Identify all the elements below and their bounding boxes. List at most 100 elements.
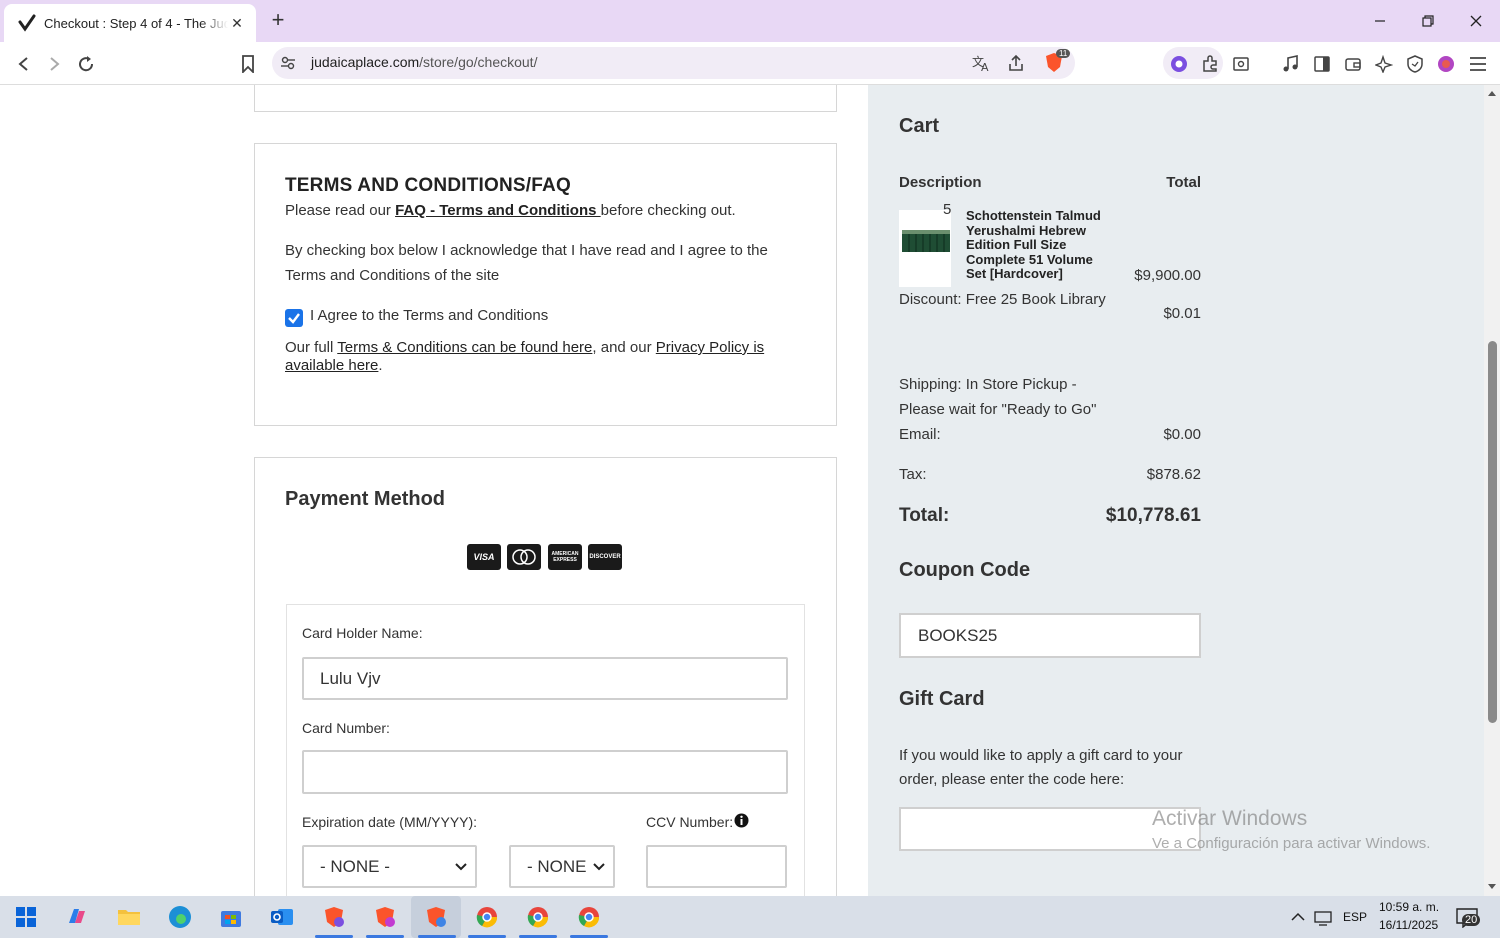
previous-section-card: [254, 85, 837, 112]
edge-icon: [169, 906, 191, 928]
gift-line1: If you would like to apply a gift card t…: [899, 747, 1183, 764]
bookmark-button[interactable]: [234, 50, 262, 78]
media-button[interactable]: [1277, 50, 1305, 78]
vpn-button[interactable]: [1401, 50, 1429, 78]
terms-ack-line2: Terms and Conditions of the site: [285, 267, 500, 284]
product-name[interactable]: Schottenstein Talmud Yerushalmi Hebrew E…: [966, 208, 1116, 282]
scroll-up-icon[interactable]: [1487, 89, 1497, 97]
reload-button[interactable]: [72, 50, 100, 78]
activation-watermark-subtitle: Ve a Configuración para activar Windows.: [1152, 835, 1431, 852]
hamburger-menu-icon: [1470, 57, 1486, 71]
language-indicator[interactable]: ESP: [1343, 910, 1367, 924]
minimize-icon: [1375, 20, 1385, 22]
tray-chevron-up-icon[interactable]: [1291, 912, 1305, 922]
exp-year-value: - NONE: [527, 856, 587, 876]
start-button[interactable]: [11, 902, 41, 932]
share-icon[interactable]: [1007, 54, 1025, 72]
outlook-icon: [271, 909, 293, 925]
card-number-input[interactable]: [302, 750, 788, 794]
mastercard-circles-icon: [512, 549, 536, 565]
windows-logo-icon: [16, 907, 36, 927]
product-qty: 5: [943, 201, 952, 218]
chrome-taskbar-1[interactable]: [472, 902, 502, 932]
chrome-taskbar-3[interactable]: [574, 902, 604, 932]
clock-date[interactable]: 16/11/2025: [1379, 918, 1438, 932]
discover-logo-icon: DISCOVER: [588, 544, 622, 570]
chevron-down-icon: [593, 862, 605, 870]
ai-sparkle-button[interactable]: [1370, 50, 1398, 78]
close-window-button[interactable]: [1456, 6, 1496, 36]
address-bar[interactable]: judaicaplace.com/store/go/checkout/ 文A 1…: [272, 47, 1075, 79]
url-host: judaicaplace.com: [311, 54, 420, 70]
brave-taskbar-active[interactable]: [411, 896, 461, 938]
exp-month-select[interactable]: - NONE -: [302, 845, 477, 888]
brave-taskbar-1[interactable]: [319, 902, 349, 932]
cart-heading: Cart: [899, 115, 940, 137]
extensions-button[interactable]: [1196, 50, 1224, 78]
privacy-link-part1[interactable]: Privacy Policy is: [656, 339, 764, 356]
file-explorer-button[interactable]: [114, 902, 144, 932]
agree-checkbox[interactable]: [285, 309, 303, 327]
minimize-button[interactable]: [1360, 6, 1400, 36]
agree-label[interactable]: I Agree to the Terms and Conditions: [310, 303, 548, 328]
back-button[interactable]: [10, 50, 38, 78]
total-value: $10,778.61: [1105, 505, 1201, 526]
tab-checkout[interactable]: Checkout : Step 4 of 4 - The Judaica Pla…: [4, 4, 256, 42]
scroll-down-icon[interactable]: [1487, 883, 1497, 891]
new-tab-button[interactable]: +: [266, 8, 290, 32]
screenshot-button[interactable]: [1227, 50, 1255, 78]
terms-full-mid: , and our: [592, 339, 656, 356]
product-thumbnail[interactable]: [899, 210, 951, 287]
coupon-input[interactable]: BOOKS25: [899, 613, 1201, 658]
vpn-shield-icon: [1407, 55, 1423, 73]
terms-read-suffix: before checking out.: [600, 202, 736, 219]
chrome-profile-icon: [527, 907, 549, 928]
card-holder-input[interactable]: Lulu Vjv: [302, 657, 788, 700]
shipping-value: $0.00: [1163, 426, 1201, 443]
forward-button[interactable]: [40, 50, 68, 78]
chrome-taskbar-2[interactable]: [523, 902, 553, 932]
info-icon[interactable]: [734, 813, 749, 828]
terms-link[interactable]: Terms & Conditions can be found here: [337, 339, 592, 356]
wallet-button[interactable]: [1339, 50, 1367, 78]
outlook-button[interactable]: [267, 902, 297, 932]
network-icon[interactable]: [1314, 910, 1332, 926]
tab-close-icon[interactable]: ✕: [228, 15, 246, 32]
terms-heading: TERMS AND CONDITIONS/FAQ: [285, 175, 571, 196]
privacy-link-part2[interactable]: available here: [285, 357, 378, 374]
total-label: Total:: [899, 505, 950, 526]
sidebar-button[interactable]: [1308, 50, 1336, 78]
url-text: judaicaplace.com/store/go/checkout/: [311, 54, 537, 70]
col-total: Total: [1166, 174, 1201, 191]
sidebar-icon: [1314, 56, 1330, 72]
checkmark-icon: [288, 313, 300, 324]
copilot-icon: [69, 909, 85, 923]
profile-button[interactable]: [1432, 50, 1460, 78]
sparkle-icon: [1375, 55, 1393, 73]
shipping-line3: Email:: [899, 426, 941, 443]
chevron-down-icon: [455, 862, 467, 870]
holder-label: Card Holder Name:: [302, 625, 423, 641]
back-arrow-icon: [18, 57, 28, 71]
music-note-icon: [1283, 55, 1298, 72]
tax-label: Tax:: [899, 466, 927, 483]
clock-time[interactable]: 10:59 a. m.: [1379, 900, 1439, 914]
puzzle-icon: [1203, 55, 1217, 72]
exp-year-select[interactable]: - NONE: [509, 845, 615, 888]
faq-terms-link[interactable]: FAQ - Terms and Conditions: [395, 202, 601, 219]
ccv-input[interactable]: [646, 845, 787, 888]
coupon-heading: Coupon Code: [899, 559, 1031, 581]
leo-button[interactable]: [1165, 50, 1193, 78]
scrollbar-thumb[interactable]: [1488, 341, 1497, 723]
site-info-icon[interactable]: [280, 55, 296, 71]
brave-taskbar-2[interactable]: [370, 902, 400, 932]
terms-ack-line1: By checking box below I acknowledge that…: [285, 242, 768, 259]
store-button[interactable]: [216, 902, 246, 932]
copilot-taskbar-button[interactable]: [62, 902, 92, 932]
chrome-profile-icon: [578, 907, 600, 928]
restore-button[interactable]: [1408, 6, 1448, 36]
translate-icon[interactable]: 文A: [972, 54, 992, 72]
menu-button[interactable]: [1464, 50, 1492, 78]
chrome-profile-icon: [476, 907, 498, 928]
edge-button[interactable]: [165, 902, 195, 932]
